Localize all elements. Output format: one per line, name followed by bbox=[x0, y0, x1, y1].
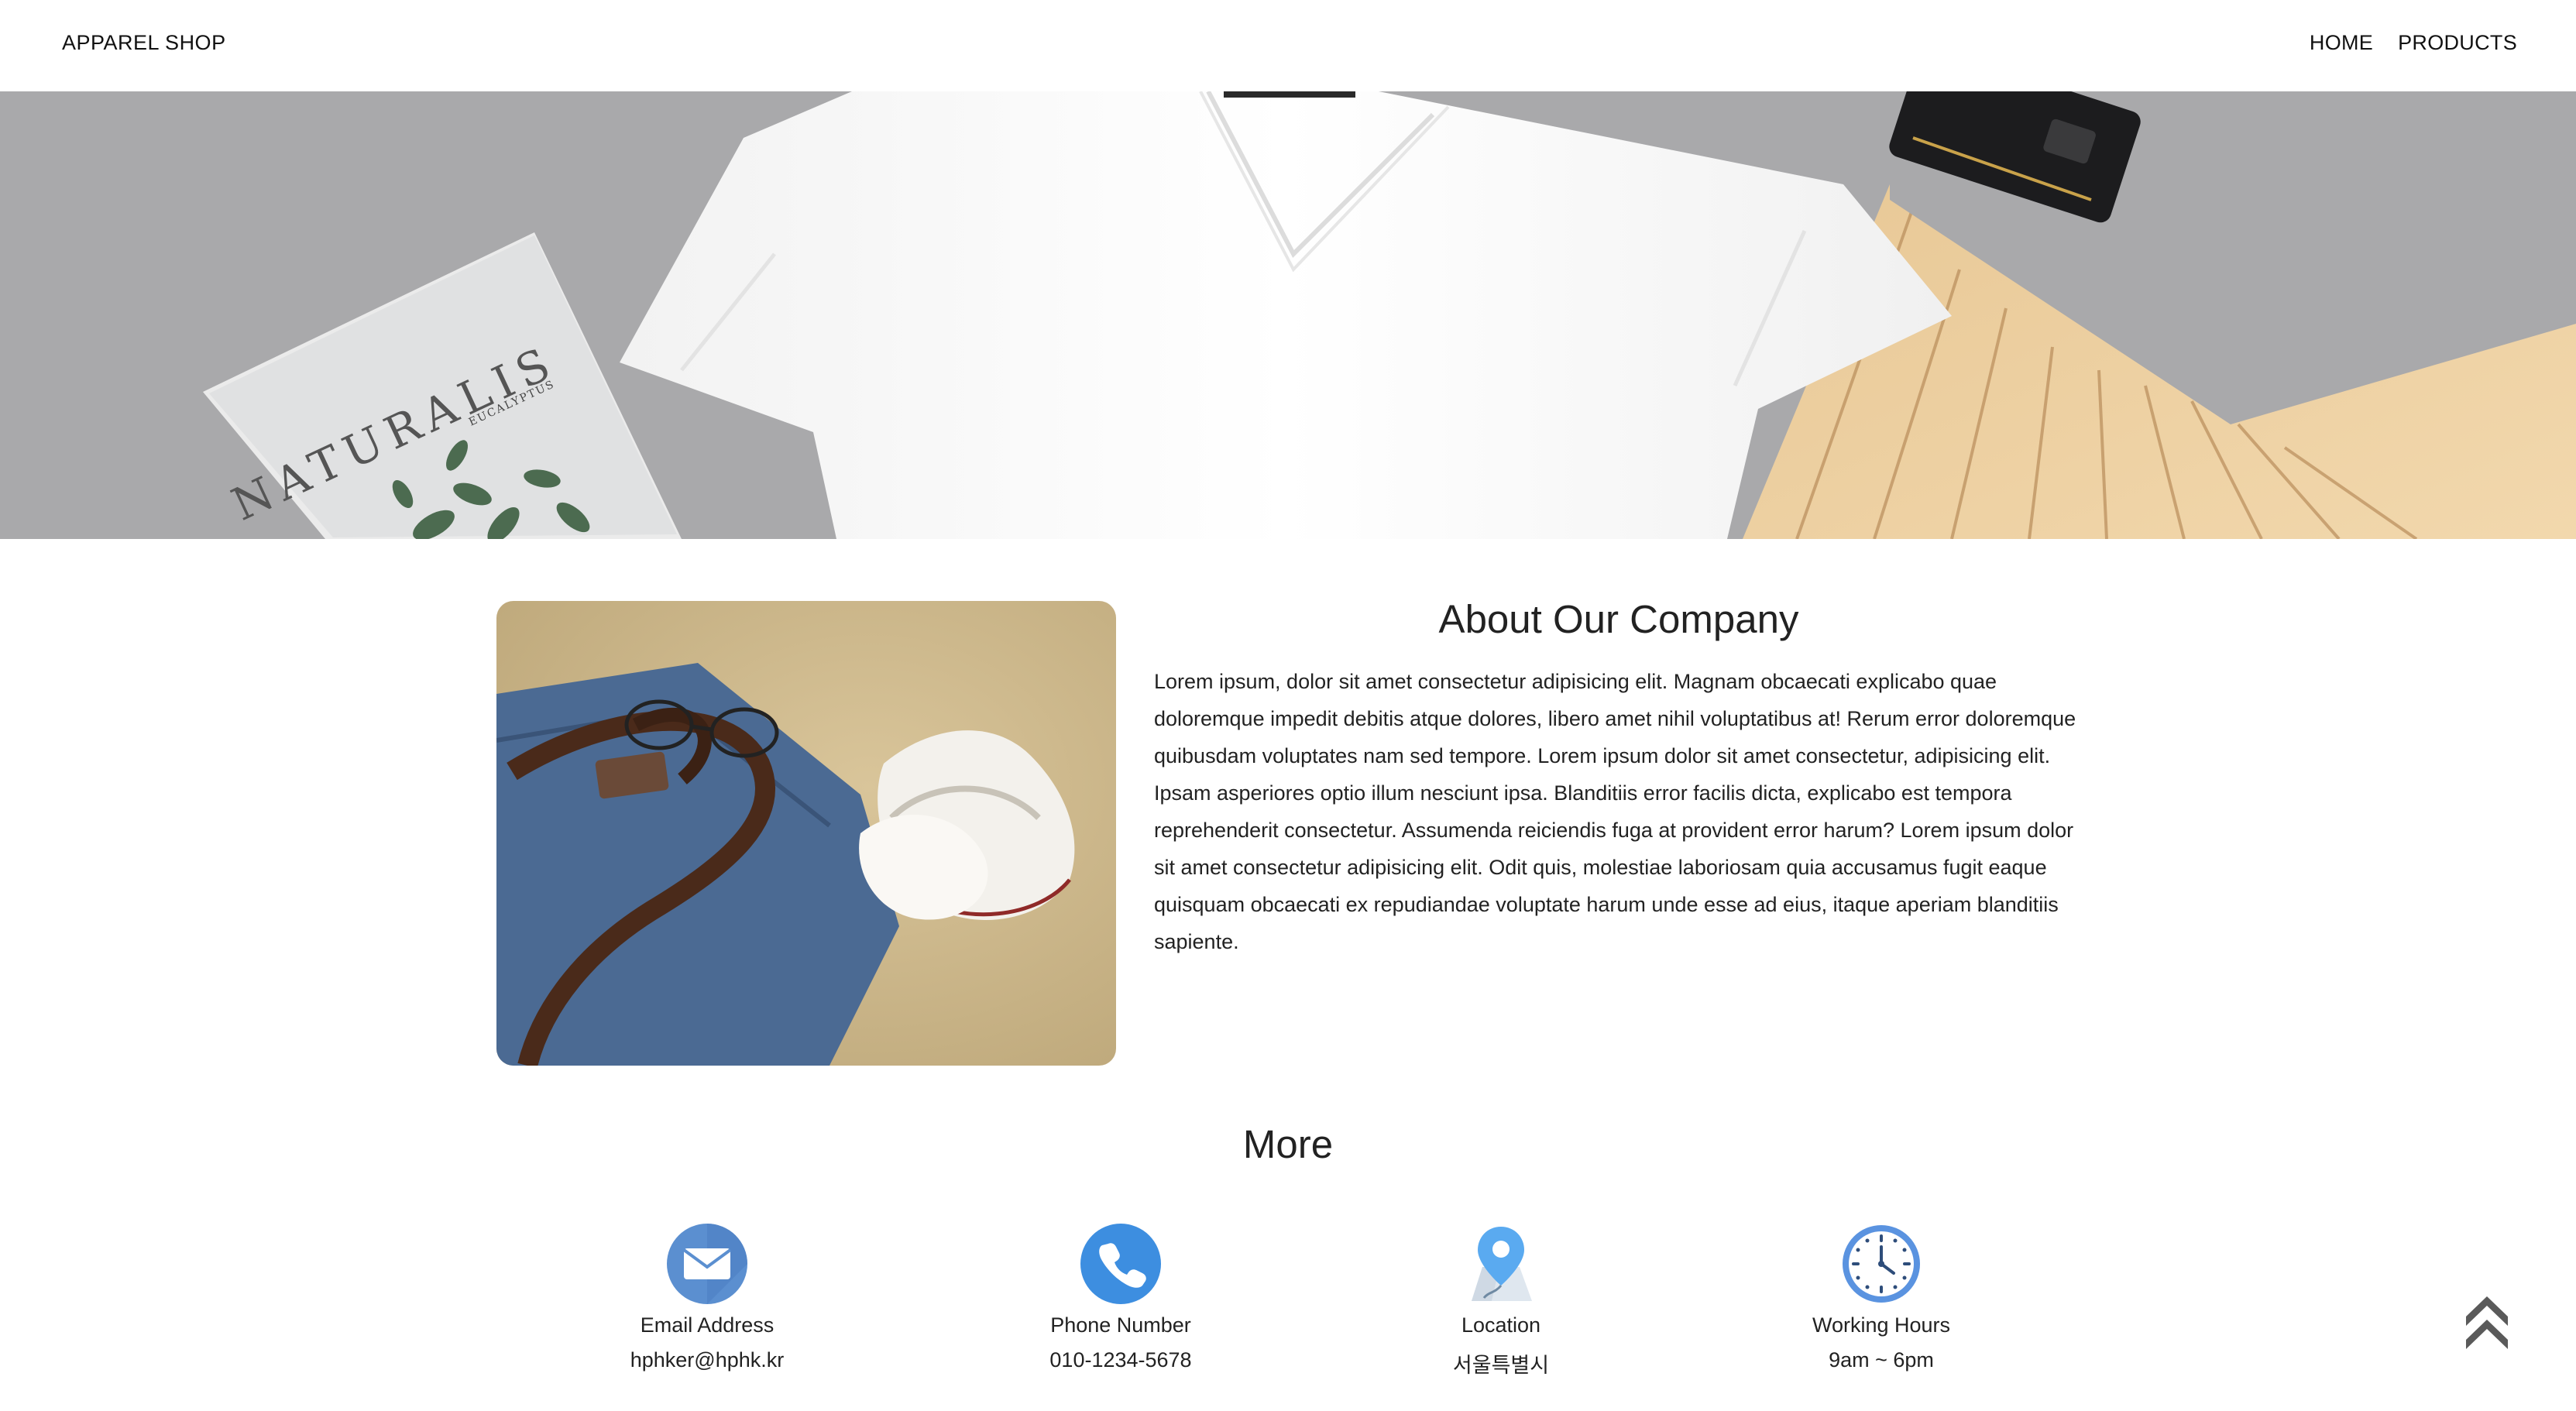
scroll-to-top-icon[interactable] bbox=[2461, 1289, 2512, 1349]
email-value: hphker@hphk.kr bbox=[630, 1348, 785, 1372]
main-nav: HOME PRODUCTS bbox=[2310, 31, 2517, 55]
hours-value: 9am ~ 6pm bbox=[1829, 1348, 1934, 1372]
nav-products-link[interactable]: PRODUCTS bbox=[2398, 31, 2517, 55]
location-icon bbox=[1472, 1227, 1532, 1301]
location-label: Location bbox=[1461, 1313, 1541, 1337]
about-photo bbox=[496, 601, 1116, 1066]
hero-banner: NATURALIS EUCALYPTUS bbox=[0, 91, 2576, 539]
phone-value: 010-1234-5678 bbox=[1049, 1348, 1192, 1372]
email-label: Email Address bbox=[640, 1313, 775, 1337]
site-header: APPAREL SHOP HOME PRODUCTS bbox=[0, 0, 2576, 91]
phone-icon bbox=[1080, 1224, 1161, 1304]
hours-label: Working Hours bbox=[1812, 1313, 1951, 1337]
brand-logo-link[interactable]: APPAREL SHOP bbox=[62, 31, 226, 55]
info-hours: Working Hours 9am ~ 6pm bbox=[1719, 1224, 2044, 1372]
hero-image: NATURALIS EUCALYPTUS bbox=[0, 91, 2576, 539]
clock-icon bbox=[1843, 1225, 1920, 1303]
nav-home-link[interactable]: HOME bbox=[2310, 31, 2373, 55]
info-location: Location 서울특별시 bbox=[1338, 1224, 1664, 1378]
more-title: More bbox=[1242, 1122, 1334, 1166]
email-icon bbox=[667, 1224, 747, 1304]
bag-and-sneakers-image bbox=[496, 601, 1116, 1066]
about-description: Lorem ipsum, dolor sit amet consectetur … bbox=[1154, 670, 2076, 953]
location-value: 서울특별시 bbox=[1452, 1354, 1550, 1377]
info-phone: Phone Number 010-1234-5678 bbox=[958, 1224, 1283, 1372]
about-title: About Our Company bbox=[1438, 597, 1799, 641]
info-email: Email Address hphker@hphk.kr bbox=[544, 1224, 870, 1372]
phone-label: Phone Number bbox=[1050, 1313, 1191, 1337]
